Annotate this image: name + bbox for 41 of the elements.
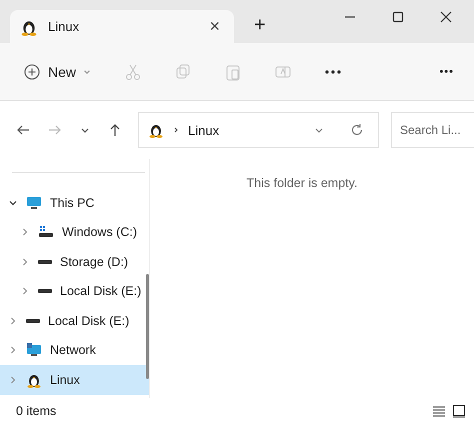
close-icon[interactable] <box>440 10 452 22</box>
up-arrow-icon[interactable] <box>108 123 122 137</box>
search-field[interactable]: Search Li... <box>391 112 474 148</box>
more-icon[interactable] <box>324 68 342 74</box>
new-tab-button[interactable]: + <box>248 14 272 37</box>
tiles-view-icon[interactable] <box>452 404 466 418</box>
refresh-icon[interactable] <box>350 123 364 137</box>
drive-icon <box>26 318 40 323</box>
drive-icon <box>38 289 52 294</box>
chevron-right-icon[interactable] <box>8 374 18 385</box>
chevron-right-icon <box>172 126 180 134</box>
breadcrumb[interactable]: Linux <box>188 122 220 138</box>
caret-icon <box>84 70 90 74</box>
network-icon <box>26 342 42 358</box>
maximize-icon[interactable] <box>392 10 404 22</box>
tree-item[interactable]: Local Disk (E:) <box>0 306 149 336</box>
new-button[interactable]: New <box>22 60 92 84</box>
tree-item[interactable]: Local Disk (E:) <box>0 276 149 306</box>
chevron-right-icon[interactable] <box>8 316 18 326</box>
drive-icon <box>38 260 52 264</box>
chevron-right-icon[interactable] <box>20 286 30 296</box>
close-tab-button[interactable]: × <box>205 16 224 37</box>
empty-folder-message: This folder is empty. <box>246 176 358 190</box>
tree-item[interactable]: Linux <box>0 365 149 394</box>
details-view-icon[interactable] <box>432 404 446 418</box>
window-tab[interactable]: Linux × <box>10 10 234 43</box>
item-count: 0 items <box>16 404 56 418</box>
tree-item[interactable]: Windows (C:) <box>0 218 149 247</box>
back-icon[interactable] <box>16 123 30 137</box>
chevron-right-icon[interactable] <box>20 256 30 267</box>
monitor-icon <box>26 194 42 211</box>
add-icon <box>24 64 40 80</box>
penguin-icon <box>148 122 164 138</box>
address-bar[interactable]: Linux <box>138 112 379 148</box>
tree-item[interactable]: Network <box>0 336 149 365</box>
overflow-button[interactable]: ••• <box>437 64 456 80</box>
tree-item[interactable]: This PC <box>0 188 149 218</box>
chevron-right-icon[interactable] <box>8 345 18 356</box>
tree-item[interactable]: Storage (D:) <box>0 247 149 276</box>
chevron-right-icon[interactable] <box>20 227 30 238</box>
tab-title: Linux <box>48 19 80 34</box>
